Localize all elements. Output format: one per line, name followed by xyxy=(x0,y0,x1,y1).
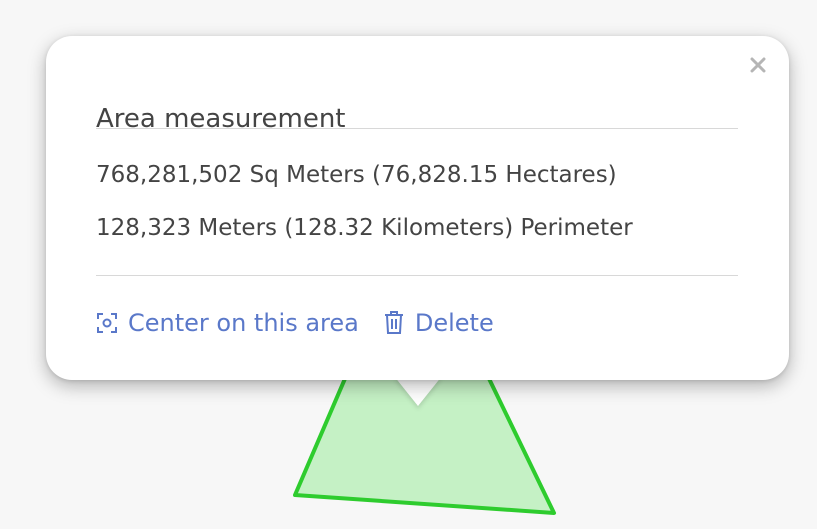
divider xyxy=(96,275,738,276)
trash-icon xyxy=(383,311,405,335)
delete-button[interactable]: Delete xyxy=(383,311,494,335)
area-measurement-popup: Area measurement 768,281,502 Sq Meters (… xyxy=(46,36,789,380)
center-on-area-label: Center on this area xyxy=(128,309,359,337)
map-canvas[interactable]: Area measurement 768,281,502 Sq Meters (… xyxy=(0,0,817,529)
perimeter-value: 128,323 Meters (128.32 Kilometers) Perim… xyxy=(96,215,633,241)
popup-actions: Center on this area Delete xyxy=(96,311,494,335)
area-value: 768,281,502 Sq Meters (76,828.15 Hectare… xyxy=(96,162,617,188)
delete-label: Delete xyxy=(414,309,494,337)
divider xyxy=(96,128,738,129)
close-icon[interactable] xyxy=(743,50,773,80)
center-focus-icon xyxy=(96,312,118,334)
popup-pointer xyxy=(394,376,442,406)
center-on-area-button[interactable]: Center on this area xyxy=(96,311,359,335)
